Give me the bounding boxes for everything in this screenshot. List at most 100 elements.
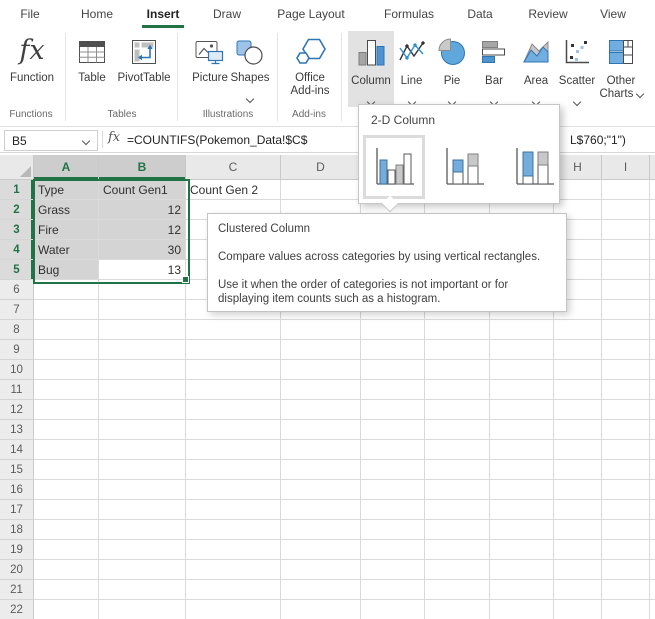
cell-A13[interactable] xyxy=(34,420,99,440)
cell-hidden-6-15[interactable] xyxy=(490,460,554,480)
row-header-11[interactable]: 11 xyxy=(0,380,34,400)
cell-hidden-5-13[interactable] xyxy=(425,420,490,440)
cell-hidden-6-13[interactable] xyxy=(490,420,554,440)
cell-hidden-6-18[interactable] xyxy=(490,520,554,540)
cell-B16[interactable] xyxy=(99,480,186,500)
row-header-13[interactable]: 13 xyxy=(0,420,34,440)
cell-hidden-6-19[interactable] xyxy=(490,540,554,560)
bar-chart-button[interactable]: Bar xyxy=(476,31,512,107)
cell-C21[interactable] xyxy=(186,580,281,600)
pivottable-button[interactable]: PivotTable xyxy=(114,30,174,85)
cell-A12[interactable] xyxy=(34,400,99,420)
cell-hidden-5-16[interactable] xyxy=(425,480,490,500)
cell-C20[interactable] xyxy=(186,560,281,580)
cell-A17[interactable] xyxy=(34,500,99,520)
column-header-B[interactable]: B xyxy=(99,155,186,180)
cell-I21[interactable] xyxy=(602,580,650,600)
cell-B12[interactable] xyxy=(99,400,186,420)
cell-D20[interactable] xyxy=(281,560,361,580)
cell-B8[interactable] xyxy=(99,320,186,340)
other-charts-button[interactable]: Other Charts xyxy=(596,31,646,107)
tab-formulas[interactable]: Formulas xyxy=(384,7,434,21)
row-header-16[interactable]: 16 xyxy=(0,480,34,500)
cell-C13[interactable] xyxy=(186,420,281,440)
column-header-C[interactable]: C xyxy=(186,155,281,180)
cell-B20[interactable] xyxy=(99,560,186,580)
row-header-17[interactable]: 17 xyxy=(0,500,34,520)
100-stacked-column-option[interactable] xyxy=(503,135,565,199)
cell-I7[interactable] xyxy=(602,300,650,320)
cell-B15[interactable] xyxy=(99,460,186,480)
cell-C12[interactable] xyxy=(186,400,281,420)
cell-I9[interactable] xyxy=(602,340,650,360)
cell-A18[interactable] xyxy=(34,520,99,540)
select-all-corner[interactable] xyxy=(0,155,34,180)
stacked-column-option[interactable] xyxy=(433,135,495,199)
cell-hidden-9-2[interactable] xyxy=(650,200,655,220)
cell-I22[interactable] xyxy=(602,600,650,619)
selection-fill-handle[interactable] xyxy=(182,276,189,283)
row-header-14[interactable]: 14 xyxy=(0,440,34,460)
name-box[interactable]: B5 xyxy=(4,130,98,151)
row-header-19[interactable]: 19 xyxy=(0,540,34,560)
cell-hidden-4-19[interactable] xyxy=(361,540,425,560)
cell-A14[interactable] xyxy=(34,440,99,460)
formula-input[interactable]: =COUNTIFS(Pokemon_Data!$C$ xyxy=(127,133,358,147)
cell-H22[interactable] xyxy=(554,600,602,619)
cell-hidden-6-8[interactable] xyxy=(490,320,554,340)
cell-A22[interactable] xyxy=(34,600,99,619)
cell-D9[interactable] xyxy=(281,340,361,360)
cell-C17[interactable] xyxy=(186,500,281,520)
cell-H19[interactable] xyxy=(554,540,602,560)
cell-D12[interactable] xyxy=(281,400,361,420)
clustered-column-option[interactable] xyxy=(363,135,425,199)
shapes-button[interactable]: Shapes xyxy=(229,30,271,97)
cell-I13[interactable] xyxy=(602,420,650,440)
cell-A19[interactable] xyxy=(34,540,99,560)
cell-H8[interactable] xyxy=(554,320,602,340)
column-header-hidden-9[interactable] xyxy=(650,155,655,180)
row-header-20[interactable]: 20 xyxy=(0,560,34,580)
cell-I18[interactable] xyxy=(602,520,650,540)
cell-hidden-9-20[interactable] xyxy=(650,560,655,580)
cell-hidden-9-15[interactable] xyxy=(650,460,655,480)
cell-C16[interactable] xyxy=(186,480,281,500)
cell-hidden-9-10[interactable] xyxy=(650,360,655,380)
tab-view[interactable]: View xyxy=(600,7,626,21)
column-header-I[interactable]: I xyxy=(602,155,650,180)
cell-A4[interactable]: Water xyxy=(34,240,99,260)
cell-hidden-6-11[interactable] xyxy=(490,380,554,400)
tab-data[interactable]: Data xyxy=(467,7,492,21)
cell-C14[interactable] xyxy=(186,440,281,460)
row-header-4[interactable]: 4 xyxy=(0,240,34,260)
cell-I14[interactable] xyxy=(602,440,650,460)
cell-B18[interactable] xyxy=(99,520,186,540)
cell-I6[interactable] xyxy=(602,280,650,300)
tab-review[interactable]: Review xyxy=(528,7,567,21)
cell-H14[interactable] xyxy=(554,440,602,460)
cell-hidden-5-12[interactable] xyxy=(425,400,490,420)
cell-B3[interactable]: 12 xyxy=(99,220,186,240)
cell-A7[interactable] xyxy=(34,300,99,320)
cell-I5[interactable] xyxy=(602,260,650,280)
cell-hidden-4-13[interactable] xyxy=(361,420,425,440)
cell-C11[interactable] xyxy=(186,380,281,400)
tab-draw[interactable]: Draw xyxy=(213,7,241,21)
cell-H17[interactable] xyxy=(554,500,602,520)
cell-D14[interactable] xyxy=(281,440,361,460)
cell-C18[interactable] xyxy=(186,520,281,540)
table-button[interactable]: Table xyxy=(70,30,114,85)
cell-hidden-4-9[interactable] xyxy=(361,340,425,360)
cell-hidden-9-17[interactable] xyxy=(650,500,655,520)
cell-hidden-5-18[interactable] xyxy=(425,520,490,540)
cell-I19[interactable] xyxy=(602,540,650,560)
cell-hidden-6-20[interactable] xyxy=(490,560,554,580)
cell-hidden-4-12[interactable] xyxy=(361,400,425,420)
scatter-chart-button[interactable]: Scatter xyxy=(554,31,600,107)
cell-hidden-9-13[interactable] xyxy=(650,420,655,440)
cell-hidden-9-3[interactable] xyxy=(650,220,655,240)
cell-D21[interactable] xyxy=(281,580,361,600)
cell-H11[interactable] xyxy=(554,380,602,400)
cell-hidden-5-10[interactable] xyxy=(425,360,490,380)
cell-hidden-4-17[interactable] xyxy=(361,500,425,520)
